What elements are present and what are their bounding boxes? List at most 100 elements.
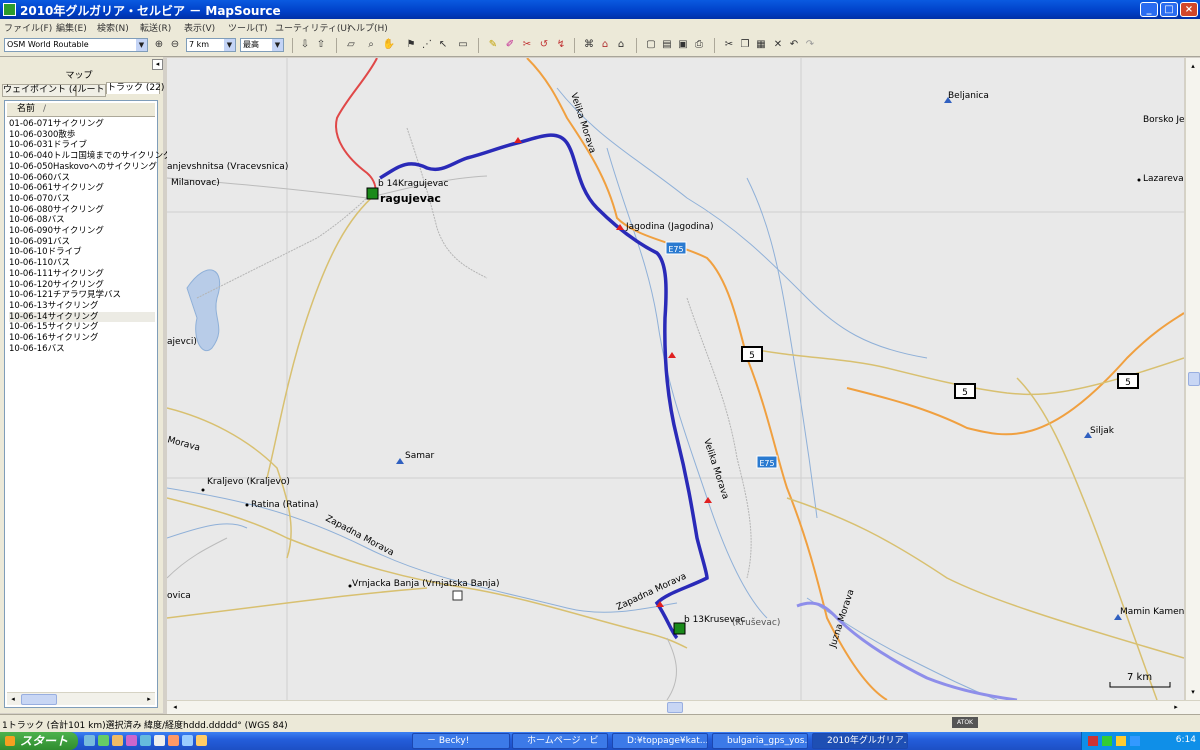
- start-button[interactable]: スタート: [0, 732, 78, 750]
- close-button[interactable]: ×: [1180, 2, 1198, 17]
- scroll-down-icon[interactable]: ▾: [1187, 686, 1199, 698]
- track-list-item[interactable]: 10-06-060バス: [9, 173, 155, 184]
- find-place-icon[interactable]: ⌂: [598, 38, 612, 52]
- track-list-item[interactable]: 10-06-061サイクリング: [9, 183, 155, 194]
- quicklaunch-icon[interactable]: [182, 735, 193, 746]
- taskbar-item-gps-folder[interactable]: bulgaria_gps_yos...: [712, 733, 808, 749]
- menu-edit[interactable]: 編集(E): [56, 21, 87, 34]
- taskbar-item-homepage[interactable]: ホームページ・ビ: [512, 733, 608, 749]
- track-list-item[interactable]: 10-06-050Haskovoへのサイクリング: [9, 162, 157, 173]
- cut-icon[interactable]: ✂: [722, 38, 736, 52]
- open-icon[interactable]: ▤: [660, 38, 674, 52]
- track-list-item[interactable]: 10-06-08バス: [9, 215, 155, 226]
- scroll-right-icon[interactable]: ▸: [143, 693, 155, 705]
- detail-select[interactable]: 最高 ▼: [240, 38, 284, 52]
- tray-icon[interactable]: [1088, 736, 1098, 746]
- map-vertical-scrollbar[interactable]: ▴ ▾: [1185, 58, 1200, 700]
- track-list-item[interactable]: 10-06-091バス: [9, 237, 155, 248]
- taskbar-item-folder[interactable]: D:¥toppage¥kat...: [612, 733, 708, 749]
- track-list-item[interactable]: 10-06-14サイクリング: [9, 311, 155, 323]
- minimize-button[interactable]: _: [1140, 2, 1158, 17]
- scroll-up-icon[interactable]: ▴: [1187, 60, 1199, 72]
- paste-icon[interactable]: ▦: [754, 38, 768, 52]
- copy-icon[interactable]: ❐: [738, 38, 752, 52]
- tab-waypoints[interactable]: ウェイポイント (49): [2, 84, 87, 97]
- quicklaunch-icon[interactable]: [98, 735, 109, 746]
- menu-search[interactable]: 検索(N): [97, 21, 129, 34]
- maximize-button[interactable]: □: [1160, 2, 1178, 17]
- track-split-icon[interactable]: ✂: [520, 38, 534, 52]
- tray-icon[interactable]: [1116, 736, 1126, 746]
- panel-collapse-icon[interactable]: ◂: [152, 59, 163, 70]
- column-header-name[interactable]: 名前 /: [7, 103, 155, 117]
- track-draw-icon[interactable]: ✎: [486, 38, 500, 52]
- delete-icon[interactable]: ✕: [771, 38, 785, 52]
- track-list-item[interactable]: 10-06-070バス: [9, 194, 155, 205]
- map-view[interactable]: E75 E75 5 5 5 b 14Kragujevac ragujevac a…: [167, 58, 1184, 700]
- tab-tracks[interactable]: トラック (22): [106, 82, 164, 94]
- track-erase-icon[interactable]: ✐: [503, 38, 517, 52]
- ime-icon[interactable]: ATOK: [952, 717, 978, 728]
- track-list-item[interactable]: 10-06-080サイクリング: [9, 205, 155, 216]
- menu-file[interactable]: ファイル(F): [4, 21, 52, 34]
- select-map-icon[interactable]: ▱: [344, 38, 358, 52]
- send-device-icon[interactable]: ⇧: [314, 38, 328, 52]
- tray-icon[interactable]: [1102, 736, 1112, 746]
- zoom-in-icon[interactable]: ⊕: [152, 38, 166, 52]
- quicklaunch-icon[interactable]: [84, 735, 95, 746]
- undo-icon[interactable]: ↶: [787, 38, 801, 52]
- track-list-item[interactable]: 10-06-15サイクリング: [9, 322, 155, 333]
- scroll-thumb[interactable]: [21, 694, 57, 705]
- redo-icon[interactable]: ↷: [803, 38, 817, 52]
- waypoint-tool-icon[interactable]: ⚑: [404, 38, 418, 52]
- track-list-item[interactable]: 10-06-13サイクリング: [9, 301, 155, 312]
- list-horizontal-scrollbar[interactable]: ◂ ▸: [7, 692, 155, 705]
- scroll-thumb[interactable]: [1188, 372, 1200, 386]
- track-list-item[interactable]: 10-06-0300散歩: [9, 130, 155, 141]
- track-list-item[interactable]: 10-06-040トルコ国境までのサイクリング: [9, 151, 172, 162]
- track-list-item[interactable]: 10-06-120サイクリング: [9, 280, 155, 291]
- scroll-right-icon[interactable]: ▸: [1170, 701, 1182, 713]
- selected-track[interactable]: [379, 133, 709, 640]
- taskbar-item-mapsource[interactable]: 2010年グルガリア...: [812, 733, 908, 749]
- receive-device-icon[interactable]: ⇩: [298, 38, 312, 52]
- tab-routes[interactable]: ルート: [76, 84, 106, 97]
- track-list-item[interactable]: 10-06-090サイクリング: [9, 226, 155, 237]
- track-list-item[interactable]: 10-06-16バス: [9, 344, 155, 355]
- track-list-item[interactable]: 10-06-111サイクリング: [9, 269, 155, 280]
- select-tool-icon[interactable]: ↖: [436, 38, 450, 52]
- track-list-item[interactable]: 10-06-10ドライブ: [9, 247, 155, 258]
- scroll-thumb[interactable]: [667, 702, 683, 713]
- quicklaunch-icon[interactable]: [196, 735, 207, 746]
- scroll-left-icon[interactable]: ◂: [169, 701, 181, 713]
- new-icon[interactable]: ▢: [644, 38, 658, 52]
- route-tool-icon[interactable]: ⋰: [420, 38, 434, 52]
- map-canvas[interactable]: E75 E75 5 5 5 b 14Kragujevac ragujevac a…: [167, 58, 1184, 700]
- track-list-item[interactable]: 10-06-110バス: [9, 258, 155, 269]
- taskbar-item-becky[interactable]: － Becky!: [412, 733, 510, 749]
- menu-utility[interactable]: ユーティリティ(U): [275, 21, 351, 34]
- track-join-icon[interactable]: ↺: [537, 38, 551, 52]
- menu-tools[interactable]: ツール(T): [228, 21, 268, 34]
- zoom-out-icon[interactable]: ⊖: [168, 38, 182, 52]
- track-list-item[interactable]: 10-06-16サイクリング: [9, 333, 155, 344]
- zoom-tool-icon[interactable]: ⌕: [364, 38, 378, 52]
- menu-help[interactable]: ヘルプ(H): [347, 21, 388, 34]
- track-list-item[interactable]: 01-06-071サイクリング: [9, 119, 155, 130]
- print-icon[interactable]: ⎙: [692, 38, 706, 52]
- save-icon[interactable]: ▣: [676, 38, 690, 52]
- find-icon[interactable]: ⌘: [582, 38, 596, 52]
- quicklaunch-icon[interactable]: [126, 735, 137, 746]
- quicklaunch-icon[interactable]: [112, 735, 123, 746]
- quicklaunch-icon[interactable]: [140, 735, 151, 746]
- scroll-left-icon[interactable]: ◂: [7, 693, 19, 705]
- waypoint-kragujevac-icon[interactable]: [366, 187, 379, 200]
- track-list-item[interactable]: 10-06-121チアラワ見学バス: [9, 290, 155, 301]
- distance-tool-icon[interactable]: ▭: [456, 38, 470, 52]
- hand-tool-icon[interactable]: ✋: [382, 38, 396, 52]
- map-product-select[interactable]: OSM World Routable ▼: [4, 38, 148, 52]
- map-tab[interactable]: マップ: [0, 71, 158, 82]
- track-filter-icon[interactable]: ↯: [554, 38, 568, 52]
- quicklaunch-icon[interactable]: [154, 735, 165, 746]
- zoom-scale-select[interactable]: 7 km ▼: [186, 38, 236, 52]
